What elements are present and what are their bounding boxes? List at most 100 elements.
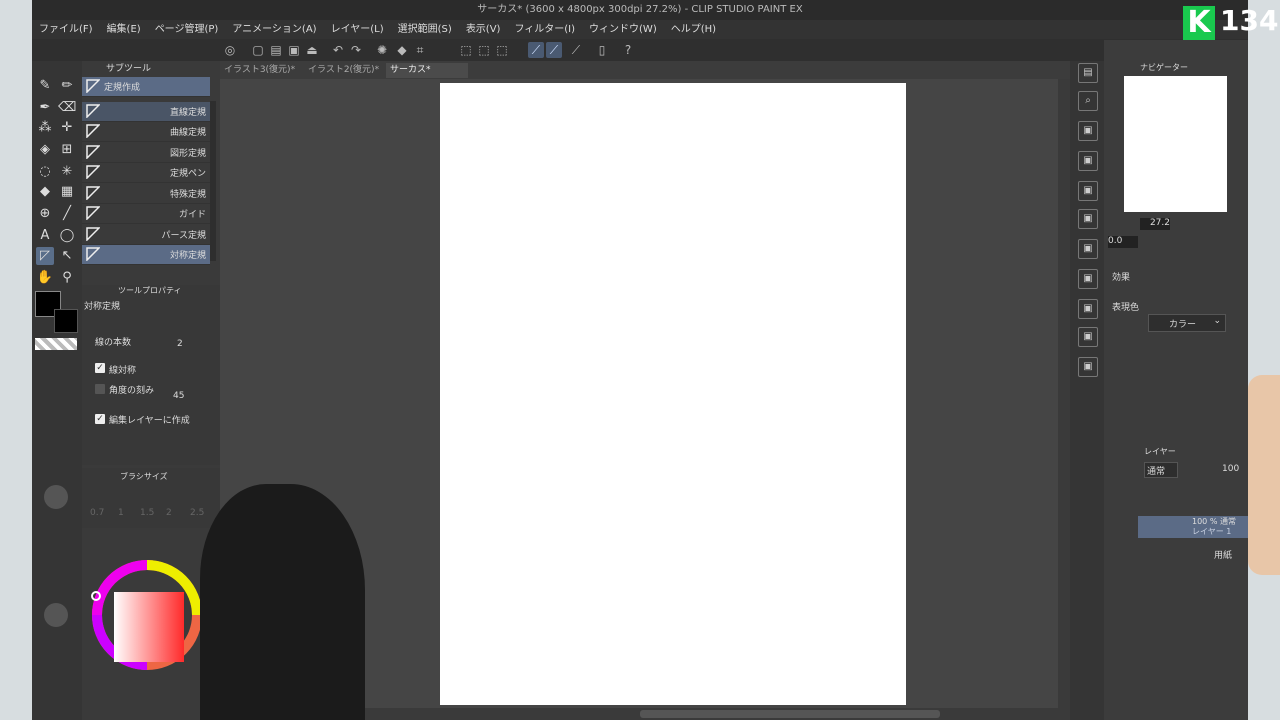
menu-file[interactable]: ファイル(F) [32,20,100,39]
brush-size-4[interactable]: 2.5 [190,508,204,518]
layer-opacity[interactable]: 100 [1222,464,1239,474]
subtool-item-straight-ruler[interactable]: 直線定規 [82,102,210,122]
search-icon[interactable]: ⌕ [1078,91,1098,111]
material-icon[interactable]: ▣ [1078,121,1098,141]
invert-selection-icon[interactable]: ⬚ [476,42,492,58]
vertical-scrollbar[interactable] [1058,79,1070,708]
menu-help[interactable]: ヘルプ(H) [664,20,723,39]
new-file-icon[interactable]: ▢ [250,42,266,58]
transparent-color-swatch[interactable] [35,338,77,350]
blend-tool-icon[interactable]: ◈ [36,141,54,159]
tab-circus[interactable]: サーカス* [386,63,468,78]
color-wheel[interactable] [82,530,202,710]
subtool-scrollbar[interactable] [210,101,216,261]
menu-edit[interactable]: 編集(E) [100,20,148,39]
help-icon[interactable]: ? [620,42,636,58]
menu-filter[interactable]: フィルター(I) [507,20,582,39]
create-on-edit-layer-checkbox[interactable]: ✓ [95,414,105,424]
fill-icon[interactable]: ◆ [394,42,410,58]
gradient-tool-icon[interactable]: ▦ [58,183,76,201]
angle-step-checkbox[interactable] [95,384,105,394]
brush-size-1[interactable]: 1 [118,508,124,518]
balloon-tool-icon[interactable]: ◯ [58,227,76,245]
hand-tool-icon[interactable]: ✋ [36,269,54,287]
redo-icon[interactable]: ↷ [348,42,364,58]
material-icon[interactable]: ▣ [1078,239,1098,259]
drawing-canvas[interactable] [440,83,906,705]
pencil-tool-icon[interactable]: ✏ [58,77,76,95]
deselect-icon[interactable]: ⬚ [458,42,474,58]
material-icon[interactable]: ▣ [1078,209,1098,229]
snap-to-grid-icon[interactable]: ⟋ [568,42,584,58]
loading-icon[interactable]: ✺ [374,42,390,58]
subtool-item-curve-ruler[interactable]: 曲線定規 [82,122,210,142]
menu-selection[interactable]: 選択範囲(S) [391,20,459,39]
material-icon[interactable]: ▣ [1078,299,1098,319]
brush-size-2[interactable]: 1.5 [140,508,154,518]
angle-step-value[interactable]: 45 [173,391,184,401]
menu-window[interactable]: ウィンドウ(W) [582,20,664,39]
navigator-rotation[interactable]: 0.0 [1108,236,1138,248]
material-icon[interactable]: ▤ [1078,63,1098,83]
ruler-tool-icon[interactable]: ◸ [36,247,54,265]
eraser-tool-icon[interactable]: ⌫ [58,99,76,117]
menu-view[interactable]: 表示(V) [459,20,508,39]
kick-logo: K [1183,6,1215,40]
horizontal-scroll-thumb[interactable] [640,710,940,718]
line-tool-icon[interactable]: ╱ [58,205,76,223]
navigator-preview[interactable] [1124,76,1227,212]
subtool-group-ruler[interactable]: 定規作成 [82,77,210,97]
tab-illust3[interactable]: イラスト3(復元)* [220,63,304,78]
operation-tool-icon[interactable]: ↖ [58,247,76,265]
blend-mode-select[interactable]: 通常 [1144,462,1178,478]
open-folder-icon[interactable]: ▤ [268,42,284,58]
subtool-item-perspective-ruler[interactable]: パース定規 [82,225,210,245]
tab-illust2[interactable]: イラスト2(復元)* [304,63,386,78]
tool-property-panel: ツールプロパティ 対称定規 線の本数 2 ✓ 線対称 角度の刻み 45 ✓ 編集… [82,285,220,465]
crop-icon[interactable]: ⌗ [412,42,428,58]
brush-tool-icon[interactable]: ✒ [36,99,54,117]
menu-layer[interactable]: レイヤー(L) [324,20,391,39]
layer-row[interactable]: 用紙 [1138,540,1248,562]
subtool-header: サブツール [106,64,152,74]
expression-color-select[interactable]: カラー ⌄ [1148,314,1226,332]
zoom-tool-icon[interactable]: ⊕ [36,205,54,223]
brush-size-3[interactable]: 2 [166,508,172,518]
eyedropper-tool-icon[interactable]: ⚲ [58,269,76,287]
navigator-zoom[interactable]: 27.2 [1140,218,1170,230]
magic-wand-icon[interactable]: ✳ [58,163,76,181]
clear-icon[interactable]: ⬚ [494,42,510,58]
material-icon[interactable]: ▣ [1078,357,1098,377]
pen-tool-icon[interactable]: ✎ [36,77,54,95]
export-icon[interactable]: ⏏ [304,42,320,58]
material-icon[interactable]: ▣ [1078,327,1098,347]
subtool-item-ruler-pen[interactable]: 定規ペン [82,163,210,183]
menu-page[interactable]: ページ管理(P) [148,20,226,39]
sub-color-swatch[interactable] [54,309,78,333]
menu-animation[interactable]: アニメーション(A) [225,20,323,39]
decoration-tool-icon[interactable]: ⁂ [36,119,54,137]
snap-to-special-ruler-icon[interactable]: ⟋ [546,42,562,58]
material-icon[interactable]: ▣ [1078,151,1098,171]
save-icon[interactable]: ▣ [286,42,302,58]
move-tool-icon[interactable]: ✛ [58,119,76,137]
brush-size-0[interactable]: 0.7 [90,508,104,518]
text-tool-icon[interactable]: A [36,227,54,245]
subtool-item-symmetry-ruler[interactable]: 対称定規 [82,245,210,265]
mesh-tool-icon[interactable]: ⊞ [58,141,76,159]
subtool-item-figure-ruler[interactable]: 図形定規 [82,143,210,163]
tablet-icon[interactable]: ▯ [594,42,610,58]
fill-tool-icon[interactable]: ◆ [36,183,54,201]
lasso-tool-icon[interactable]: ◌ [36,163,54,181]
clip-studio-icon[interactable]: ◎ [222,42,238,58]
material-icon[interactable]: ▣ [1078,181,1098,201]
ruler-icon [86,124,100,138]
subtool-item-special-ruler[interactable]: 特殊定規 [82,184,210,204]
material-icon[interactable]: ▣ [1078,269,1098,289]
snap-to-ruler-icon[interactable]: ⟋ [528,42,544,58]
line-symmetry-checkbox[interactable]: ✓ [95,363,105,373]
undo-icon[interactable]: ↶ [330,42,346,58]
line-count-value[interactable]: 2 [177,339,183,349]
subtool-item-guide[interactable]: ガイド [82,204,210,224]
layer-row[interactable]: 100 % 通常 レイヤー 1 [1138,516,1248,538]
